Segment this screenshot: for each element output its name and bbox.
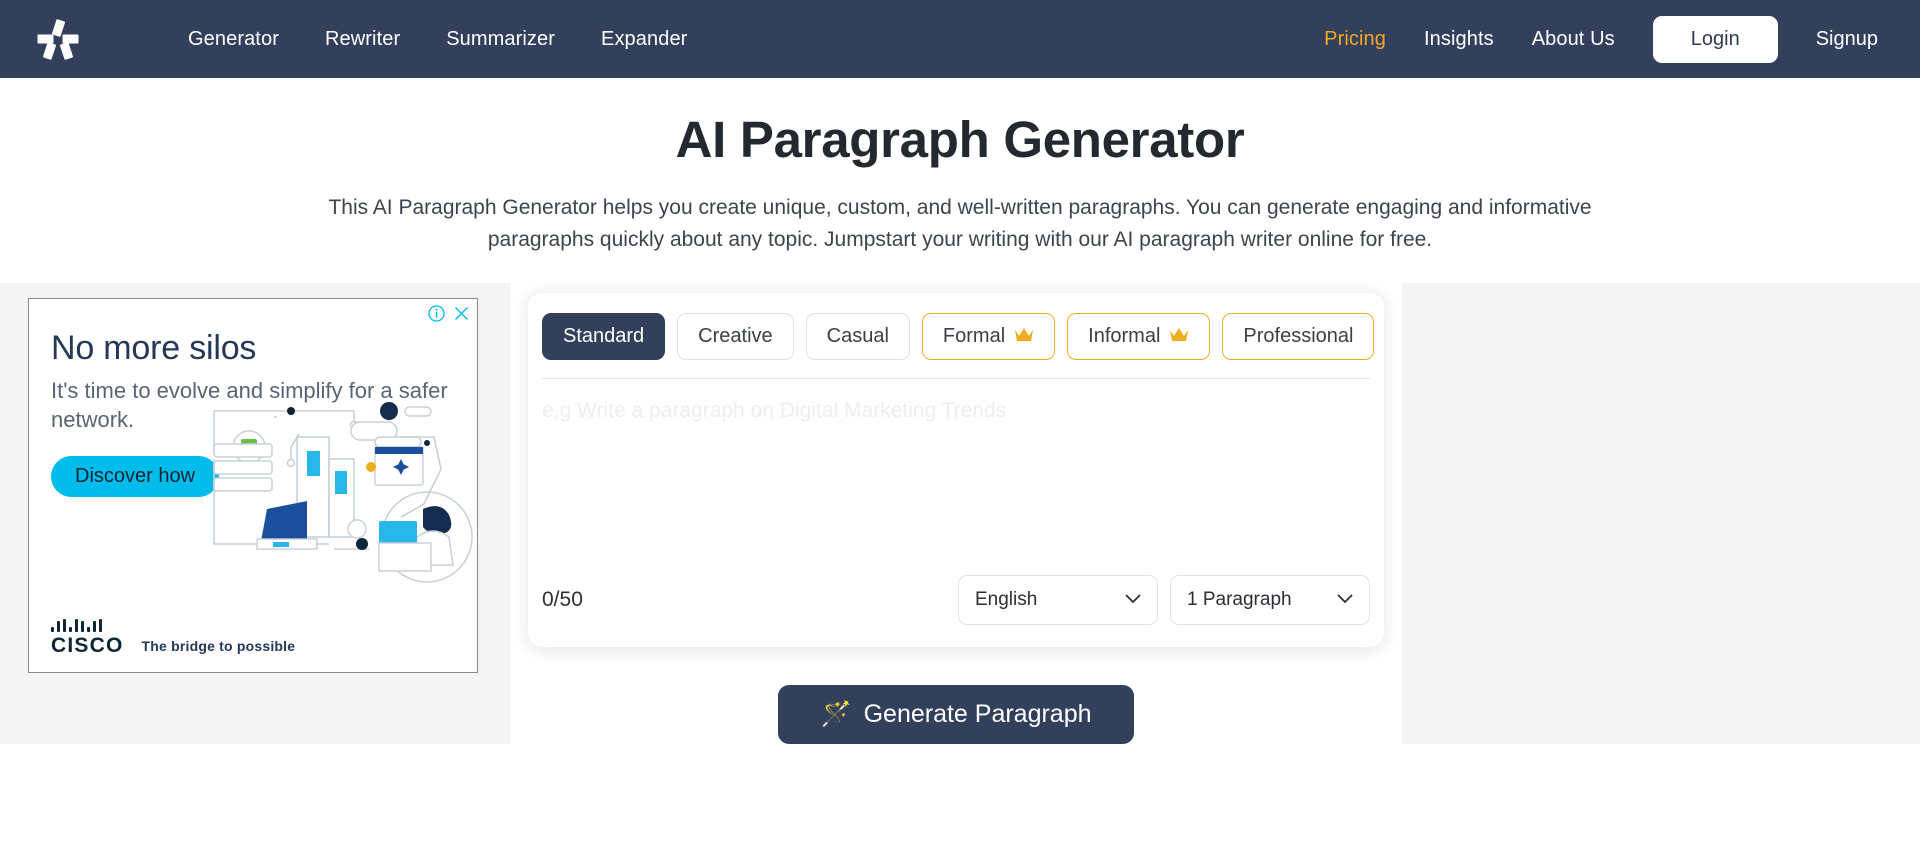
tone-tab-label: Creative: [698, 324, 773, 347]
ad-tagline: The bridge to possible: [141, 637, 296, 654]
page-description: This AI Paragraph Generator helps you cr…: [328, 196, 1592, 252]
tone-tab-creative[interactable]: Creative: [677, 312, 794, 360]
nav-link-rewriter[interactable]: Rewriter: [325, 28, 400, 51]
cisco-wordmark: CISCO: [51, 633, 124, 657]
nav-link-summarizer[interactable]: Summarizer: [446, 28, 555, 51]
info-circle-icon[interactable]: [428, 305, 445, 326]
nav-link-expander[interactable]: Expander: [601, 28, 687, 51]
top-navbar: Generator Rewriter Summarizer Expander P…: [0, 0, 1920, 78]
cisco-logo-icon: CISCO: [51, 618, 124, 657]
tone-tab-label: Informal: [1088, 324, 1161, 347]
nav-link-generator[interactable]: Generator: [188, 28, 279, 51]
ad-headline: No more silos: [51, 328, 257, 367]
hero-section: AI Paragraph Generator This AI Paragraph…: [0, 78, 1920, 256]
advertisement-card[interactable]: No more silos It's time to evolve and si…: [28, 297, 478, 673]
tone-tab-informal[interactable]: Informal: [1067, 312, 1211, 360]
language-select-value: English: [975, 588, 1038, 610]
page-title: AI Paragraph Generator: [675, 111, 1245, 168]
magic-wand-icon: 🪄: [820, 699, 852, 728]
pinwheel-logo-icon[interactable]: [36, 17, 80, 61]
tone-tab-label: Standard: [563, 324, 645, 347]
crown-icon: [1014, 327, 1034, 345]
option-selects: English 1 Paragraph: [958, 574, 1370, 625]
tone-tab-formal[interactable]: Formal: [921, 312, 1056, 360]
generate-button-label: Generate Paragraph: [863, 699, 1092, 728]
prompt-input[interactable]: e.g Write a paragraph on Digital Marketi…: [528, 379, 1384, 575]
chevron-down-icon: [1125, 591, 1141, 608]
tone-tab-label: Casual: [826, 324, 889, 347]
generate-button-wrapper: 🪄 Generate Paragraph: [528, 684, 1384, 744]
tone-tab-label: Formal: [942, 324, 1006, 347]
ad-brand-footer: CISCO The bridge to possible: [51, 618, 296, 657]
tone-tab-label: Professional: [1243, 324, 1354, 347]
close-icon[interactable]: [454, 306, 469, 325]
tone-tab-professional[interactable]: Professional: [1222, 312, 1375, 360]
nav-link-insights[interactable]: Insights: [1424, 28, 1494, 51]
tone-tab-casual[interactable]: Casual: [805, 312, 910, 360]
crown-icon: [1169, 327, 1189, 345]
tone-tab-standard[interactable]: Standard: [542, 312, 666, 360]
generator-card: Standard Creative Casual Formal Informal: [528, 292, 1384, 647]
ad-controls: [428, 305, 469, 326]
right-ad-slot-background: [1402, 282, 1920, 744]
primary-nav: Generator Rewriter Summarizer Expander: [188, 28, 687, 51]
language-select[interactable]: English: [958, 574, 1158, 625]
card-footer: 0/50 English 1 Paragraph: [528, 574, 1384, 647]
character-counter: 0/50: [542, 587, 583, 611]
prompt-placeholder: e.g Write a paragraph on Digital Marketi…: [542, 398, 1007, 422]
length-select[interactable]: 1 Paragraph: [1170, 574, 1370, 625]
generate-paragraph-button[interactable]: 🪄 Generate Paragraph: [778, 684, 1134, 744]
ad-illustration-icon: [179, 389, 474, 589]
login-button[interactable]: Login: [1652, 15, 1778, 63]
nav-link-about-us[interactable]: About Us: [1532, 28, 1615, 51]
length-select-value: 1 Paragraph: [1187, 588, 1292, 610]
secondary-nav: Pricing Insights About Us Login Signup: [1324, 15, 1886, 63]
signup-link[interactable]: Signup: [1816, 28, 1878, 51]
content-area: No more silos It's time to evolve and si…: [0, 282, 1920, 803]
chevron-down-icon: [1337, 591, 1353, 608]
nav-link-pricing[interactable]: Pricing: [1324, 28, 1386, 51]
tone-tabs: Standard Creative Casual Formal Informal: [528, 312, 1384, 360]
